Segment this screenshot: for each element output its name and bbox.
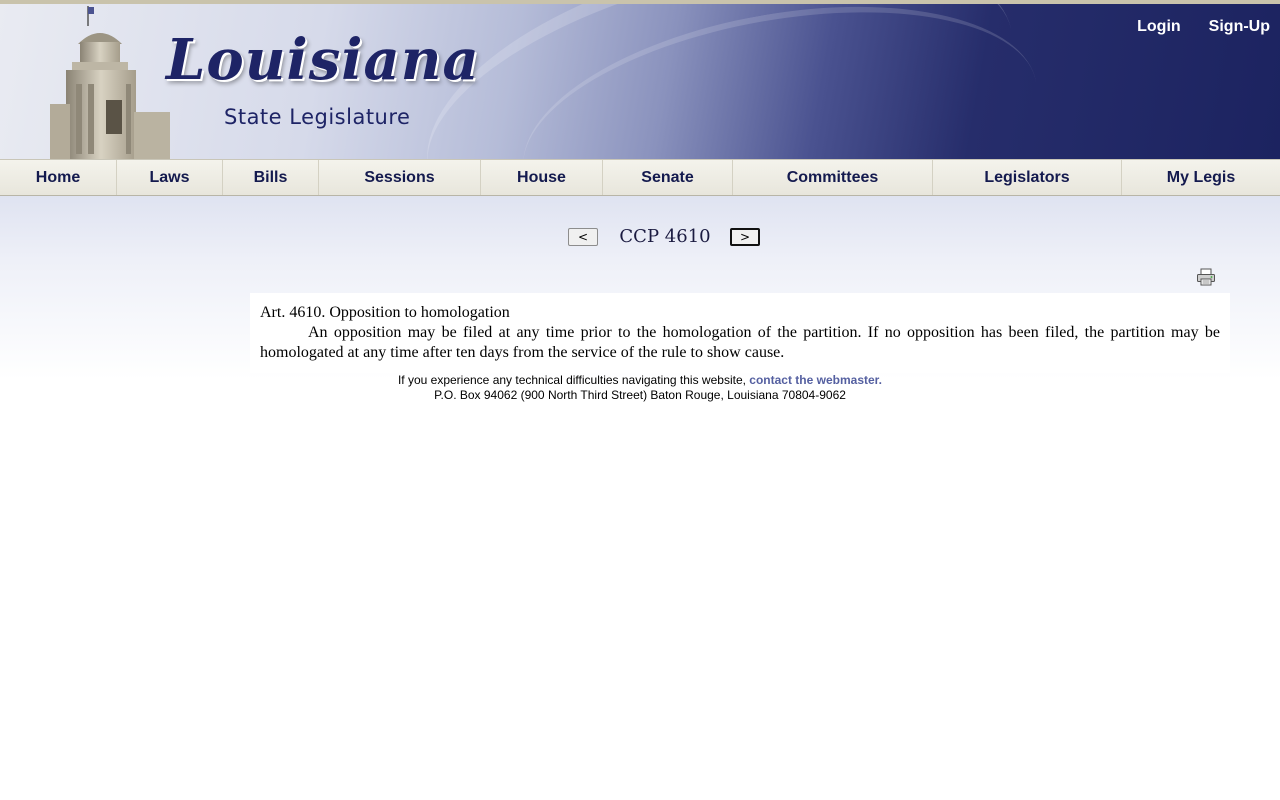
article-heading: Art. 4610. Opposition to homologation xyxy=(260,304,510,321)
nav-item-committees[interactable]: Committees xyxy=(733,160,933,195)
main-navigation: Home Laws Bills Sessions House Senate Co… xyxy=(0,159,1280,196)
capitol-building-image xyxy=(50,6,170,159)
footer-address: P.O. Box 94062 (900 North Third Street) … xyxy=(434,388,846,402)
page: Louisiana State Legislature Login Sign-U… xyxy=(0,0,1280,800)
article-citation-title: CCP 4610 xyxy=(619,226,711,247)
auth-links: Login Sign-Up xyxy=(1137,18,1270,36)
article-pager: < CCP 4610 > xyxy=(0,226,1280,250)
footer-notice: If you experience any technical difficul… xyxy=(0,373,1280,388)
next-article-button[interactable]: > xyxy=(730,228,760,246)
previous-article-button[interactable]: < xyxy=(568,228,598,246)
print-icon[interactable] xyxy=(1196,268,1216,286)
nav-item-home[interactable]: Home xyxy=(0,160,117,195)
article-content: Art. 4610. Opposition to homologation An… xyxy=(250,293,1230,373)
nav-item-sessions[interactable]: Sessions xyxy=(319,160,481,195)
header-banner: Louisiana State Legislature Login Sign-U… xyxy=(0,4,1280,159)
logo-subtitle: State Legislature xyxy=(224,105,411,129)
contact-webmaster-link[interactable]: contact the webmaster. xyxy=(749,373,882,387)
nav-item-my-legis[interactable]: My Legis xyxy=(1122,160,1280,195)
nav-item-bills[interactable]: Bills xyxy=(223,160,319,195)
login-link[interactable]: Login xyxy=(1137,18,1181,36)
nav-item-laws[interactable]: Laws xyxy=(117,160,223,195)
footer-notice-text: If you experience any technical difficul… xyxy=(397,373,746,387)
signup-link[interactable]: Sign-Up xyxy=(1209,18,1270,36)
page-footer: If you experience any technical difficul… xyxy=(0,373,1280,403)
nav-item-senate[interactable]: Senate xyxy=(603,160,733,195)
nav-item-house[interactable]: House xyxy=(481,160,603,195)
logo-wordmark[interactable]: Louisiana xyxy=(166,32,480,88)
article-body: An opposition may be filed at any time p… xyxy=(260,324,1220,361)
nav-item-legislators[interactable]: Legislators xyxy=(933,160,1122,195)
